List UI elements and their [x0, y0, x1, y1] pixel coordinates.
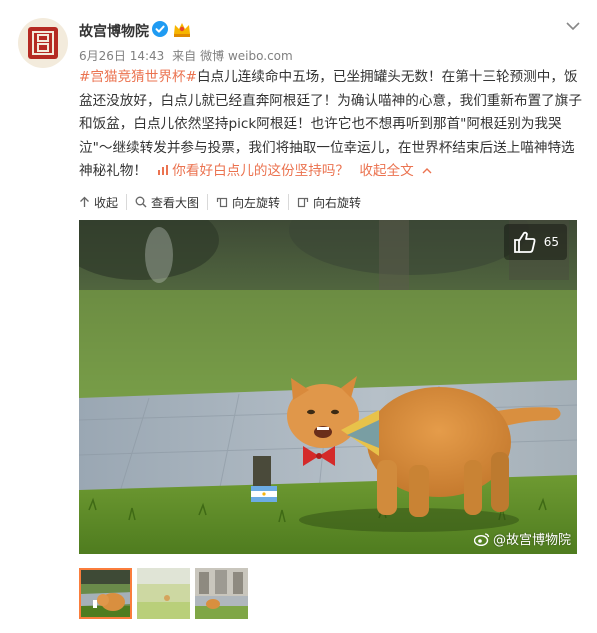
post-date[interactable]: 6月26日 14:43	[79, 49, 164, 63]
collapse-button[interactable]: 收起	[79, 194, 126, 210]
source-prefix: 来自	[172, 49, 197, 63]
thumbnail-image	[195, 568, 248, 619]
rotate-right-icon	[297, 197, 309, 208]
weibo-logo-icon	[473, 532, 490, 546]
watermark: @故宫博物院	[473, 529, 571, 548]
thumbnail-image	[137, 568, 190, 619]
poll-icon	[158, 165, 169, 176]
thumbnail-3[interactable]	[195, 568, 248, 619]
post-source[interactable]: 微博 weibo.com	[200, 49, 293, 63]
chevron-down-icon[interactable]	[565, 18, 581, 34]
vote-link[interactable]: 你看好白点儿的这份坚持吗？	[151, 163, 349, 179]
thumbnail-image	[81, 570, 130, 617]
watermark-text: @故宫博物院	[492, 533, 571, 548]
search-icon	[135, 196, 147, 208]
image-toolbar: 收起 查看大图 向左旋转 向右旋转	[79, 187, 579, 217]
view-large-button[interactable]: 查看大图	[126, 194, 207, 210]
thumbs-up-icon	[513, 231, 536, 253]
thumbnail-2[interactable]	[137, 568, 190, 619]
thumbnail-strip	[79, 568, 253, 619]
like-button[interactable]: 65	[503, 224, 567, 260]
collapse-text-link[interactable]: 收起全文	[359, 163, 432, 179]
post-body: #宫猫竞猜世界杯#白点儿连续命中五场，已坐拥罐头无数！在第十三轮预测中，饭盆还没…	[79, 66, 584, 184]
like-count: 65	[543, 235, 559, 249]
username[interactable]: 故宫博物院	[79, 21, 149, 41]
post-meta: 6月26日 14:43 来自 微博 weibo.com	[79, 47, 297, 64]
vip-crown-icon[interactable]	[172, 20, 192, 38]
rotate-right-button[interactable]: 向右旋转	[288, 194, 369, 210]
rotate-left-icon	[216, 197, 228, 208]
hashtag[interactable]: #宫猫竞猜世界杯#	[79, 69, 197, 85]
rotate-left-button[interactable]: 向左旋转	[207, 194, 288, 210]
palace-logo-icon	[28, 27, 58, 59]
chevron-up-icon	[422, 168, 432, 174]
thumbnail-1[interactable]	[79, 568, 132, 619]
arrow-up-icon	[80, 196, 89, 207]
post-photo[interactable]: 65 @故宫博物院	[79, 220, 577, 554]
avatar[interactable]	[18, 18, 68, 68]
cat-photo-image	[79, 220, 577, 554]
verified-icon	[152, 21, 168, 37]
